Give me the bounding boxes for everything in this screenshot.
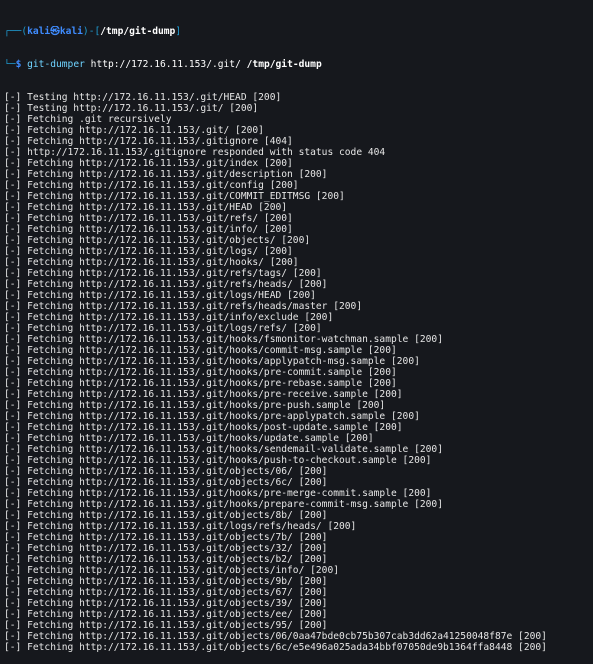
output-line: [-] Fetching http://172.16.11.153/.git/ …	[4, 125, 264, 136]
output-line: [-] Fetching http://172.16.11.153/.git/o…	[4, 598, 328, 609]
output-line: [-] Fetching http://172.16.11.153/.git/l…	[4, 521, 357, 532]
terminal-window[interactable]: ┌──(kali㉿kali)-[/tmp/git-dump] └─$ git-d…	[0, 0, 593, 653]
output-line: [-] Testing http://172.16.11.153/.git/HE…	[4, 92, 282, 103]
output-line: [-] Fetching http://172.16.11.153/.git/o…	[4, 609, 328, 620]
output-line: [-] Fetching http://172.16.11.153/.git/o…	[4, 620, 328, 631]
output-line: [-] Fetching http://172.16.11.153/.git/i…	[4, 312, 334, 323]
output-line: [-] Fetching http://172.16.11.153/.git/h…	[4, 257, 299, 268]
output-line: [-] Fetching http://172.16.11.153/.git/o…	[4, 642, 547, 653]
prompt-end: ]	[175, 26, 182, 37]
output-line: [-] Fetching http://172.16.11.153/.git/h…	[4, 356, 420, 367]
output-line: [-] Fetching http://172.16.11.153/.git/d…	[4, 169, 328, 180]
output-line: [-] Fetching http://172.16.11.153/.git/i…	[4, 224, 293, 235]
prompt-line-top: ┌──(kali㉿kali)-[/tmp/git-dump]	[4, 26, 593, 37]
output-line: [-] Fetching http://172.16.11.153/.git/h…	[4, 499, 443, 510]
output-line: [-] Fetching http://172.16.11.153/.git/o…	[4, 543, 328, 554]
output-line: [-] Fetching http://172.16.11.153/.git/h…	[4, 411, 420, 422]
output-line: [-] Fetching http://172.16.11.153/.gitig…	[4, 136, 293, 147]
output-line: [-] Fetching http://172.16.11.153/.git/o…	[4, 532, 328, 543]
output-line: [-] Fetching http://172.16.11.153/.git/h…	[4, 389, 403, 400]
output-line: [-] Fetching http://172.16.11.153/.git/h…	[4, 455, 432, 466]
output-line: [-] Fetching http://172.16.11.153/.git/h…	[4, 345, 397, 356]
output-line: [-] Fetching http://172.16.11.153/.git/h…	[4, 422, 403, 433]
output-line: [-] Fetching http://172.16.11.153/.git/h…	[4, 433, 374, 444]
prompt-box-bottom: └─	[4, 59, 16, 70]
output-line: [-] Fetching http://172.16.11.153/.git/l…	[4, 323, 322, 334]
command-arg-dest: /tmp/git-dump	[246, 59, 322, 70]
output-line: [-] http://172.16.11.153/.gitignore resp…	[4, 147, 386, 158]
output-line: [-] Fetching http://172.16.11.153/.git/r…	[4, 301, 363, 312]
prompt-host: kali	[59, 26, 83, 37]
output-line: [-] Testing http://172.16.11.153/.git/ […	[4, 103, 259, 114]
output-line: [-] Fetching http://172.16.11.153/.git/r…	[4, 268, 322, 279]
output-line: [-] Fetching http://172.16.11.153/.git/o…	[4, 477, 328, 488]
output-line: [-] Fetching http://172.16.11.153/.git/h…	[4, 400, 386, 411]
output-line: [-] Fetching http://172.16.11.153/.git/o…	[4, 554, 328, 565]
prompt-line-command: └─$ git-dumper http://172.16.11.153/.git…	[4, 59, 593, 70]
output-line: [-] Fetching http://172.16.11.153/.git/r…	[4, 279, 328, 290]
output-line: [-] Fetching http://172.16.11.153/.git/o…	[4, 565, 340, 576]
output-line: [-] Fetching http://172.16.11.153/.git/o…	[4, 631, 547, 642]
prompt-mid: )-[	[82, 26, 101, 37]
output-line: [-] Fetching http://172.16.11.153/.git/c…	[4, 180, 299, 191]
output-line: [-] Fetching http://172.16.11.153/.git/o…	[4, 235, 311, 246]
output-line: [-] Fetching .git recursively	[4, 114, 172, 125]
output-line: [-] Fetching http://172.16.11.153/.git/l…	[4, 290, 316, 301]
command-name: git-dumper	[27, 59, 85, 70]
output-line: [-] Fetching http://172.16.11.153/.git/l…	[4, 246, 293, 257]
output-line: [-] Fetching http://172.16.11.153/.git/o…	[4, 587, 328, 598]
terminal-output: [-] Testing http://172.16.11.153/.git/HE…	[4, 92, 593, 653]
output-line: [-] Fetching http://172.16.11.153/.git/h…	[4, 488, 432, 499]
output-line: [-] Fetching http://172.16.11.153/.git/o…	[4, 510, 328, 521]
output-line: [-] Fetching http://172.16.11.153/.git/h…	[4, 378, 397, 389]
output-line: [-] Fetching http://172.16.11.153/.git/o…	[4, 576, 328, 587]
output-line: [-] Fetching http://172.16.11.153/.git/r…	[4, 213, 293, 224]
output-line: [-] Fetching http://172.16.11.153/.git/o…	[4, 466, 328, 477]
prompt-dollar: $	[15, 59, 22, 70]
command-arg-url: http://172.16.11.153/.git/	[90, 59, 241, 70]
prompt-at-icon: ㉿	[50, 26, 60, 37]
prompt-user: kali	[27, 26, 51, 37]
output-line: [-] Fetching http://172.16.11.153/.git/C…	[4, 191, 345, 202]
output-line: [-] Fetching http://172.16.11.153/.git/h…	[4, 367, 397, 378]
output-line: [-] Fetching http://172.16.11.153/.git/i…	[4, 158, 293, 169]
output-line: [-] Fetching http://172.16.11.153/.git/h…	[4, 444, 443, 455]
prompt-path: /tmp/git-dump	[100, 26, 176, 37]
output-line: [-] Fetching http://172.16.11.153/.git/H…	[4, 202, 288, 213]
output-line: [-] Fetching http://172.16.11.153/.git/h…	[4, 334, 443, 345]
prompt-box-top: ┌──(	[4, 26, 28, 37]
